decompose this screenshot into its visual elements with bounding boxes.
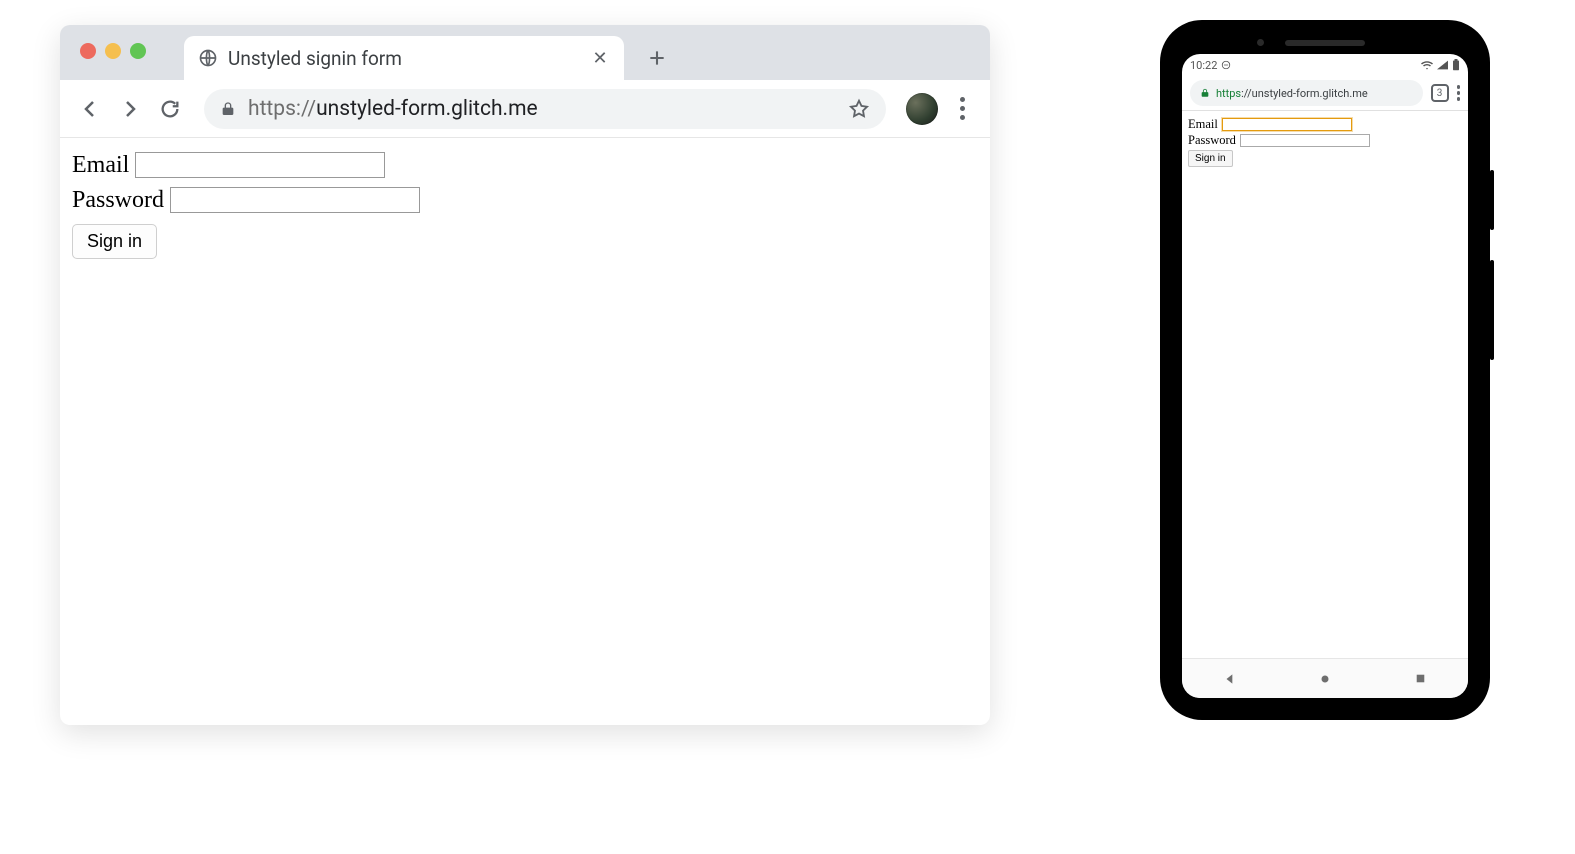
tab-count-button[interactable]: 3 (1431, 84, 1449, 102)
phone-frame: 10:22 (1160, 20, 1490, 720)
mobile-url: https://unstyled-form.glitch.me (1216, 87, 1368, 100)
reload-button[interactable] (156, 95, 184, 123)
email-label: Email (1188, 117, 1218, 133)
phone-body: 10:22 (1174, 34, 1476, 706)
android-navbar (1182, 658, 1468, 698)
camera-dot (1257, 39, 1264, 46)
signin-button[interactable]: Sign in (1188, 150, 1233, 167)
phone-side-button (1490, 170, 1494, 230)
signal-icon (1437, 60, 1448, 70)
back-button[interactable] (76, 95, 104, 123)
email-row: Email (1188, 117, 1462, 133)
window-zoom-button[interactable] (130, 43, 146, 59)
browser-tab[interactable]: Unstyled signin form ✕ (184, 36, 624, 80)
address-bar[interactable]: https://unstyled-form.glitch.me (204, 89, 886, 129)
signin-button[interactable]: Sign in (72, 224, 157, 259)
mobile-toolbar: https://unstyled-form.glitch.me 3 (1182, 76, 1468, 110)
email-label: Email (72, 148, 129, 183)
email-field[interactable] (135, 152, 385, 178)
new-tab-button[interactable] (642, 43, 672, 73)
window-controls (80, 43, 146, 59)
close-icon[interactable]: ✕ (590, 48, 610, 69)
phone-screen: 10:22 (1182, 54, 1468, 698)
avatar[interactable] (906, 93, 938, 125)
window-close-button[interactable] (80, 43, 96, 59)
browser-window: Unstyled signin form ✕ (60, 25, 990, 725)
do-not-disturb-icon (1221, 60, 1231, 70)
tab-title: Unstyled signin form (228, 47, 580, 70)
password-field[interactable] (1240, 134, 1370, 147)
password-label: Password (72, 183, 164, 218)
globe-icon (198, 48, 218, 68)
password-label: Password (1188, 133, 1236, 149)
tabs-strip: Unstyled signin form ✕ (60, 25, 990, 80)
star-icon[interactable] (848, 98, 870, 120)
nav-overview-button[interactable] (1377, 672, 1463, 685)
forward-button[interactable] (116, 95, 144, 123)
status-time: 10:22 (1190, 59, 1217, 72)
lock-icon (220, 101, 236, 117)
password-field[interactable] (170, 187, 420, 213)
mobile-menu-button[interactable] (1457, 85, 1461, 101)
browser-toolbar: https://unstyled-form.glitch.me (60, 80, 990, 138)
battery-icon (1452, 59, 1460, 71)
status-bar: 10:22 (1182, 54, 1468, 76)
password-row: Password (1188, 133, 1462, 149)
window-minimize-button[interactable] (105, 43, 121, 59)
page-content: Email Password Sign in (60, 138, 990, 269)
phone-power-button (1490, 260, 1494, 360)
nav-home-button[interactable] (1282, 672, 1368, 686)
lock-icon (1200, 88, 1210, 98)
password-row: Password (72, 183, 978, 218)
url-text: https://unstyled-form.glitch.me (248, 97, 538, 121)
email-row: Email (72, 148, 978, 183)
nav-back-button[interactable] (1187, 672, 1273, 686)
mobile-address-bar[interactable]: https://unstyled-form.glitch.me (1190, 80, 1423, 106)
email-field[interactable] (1222, 118, 1352, 131)
mobile-page-content: Email Password Sign in (1182, 111, 1468, 658)
menu-button[interactable] (950, 97, 974, 120)
speaker-slot (1285, 40, 1365, 46)
wifi-icon (1421, 60, 1433, 70)
